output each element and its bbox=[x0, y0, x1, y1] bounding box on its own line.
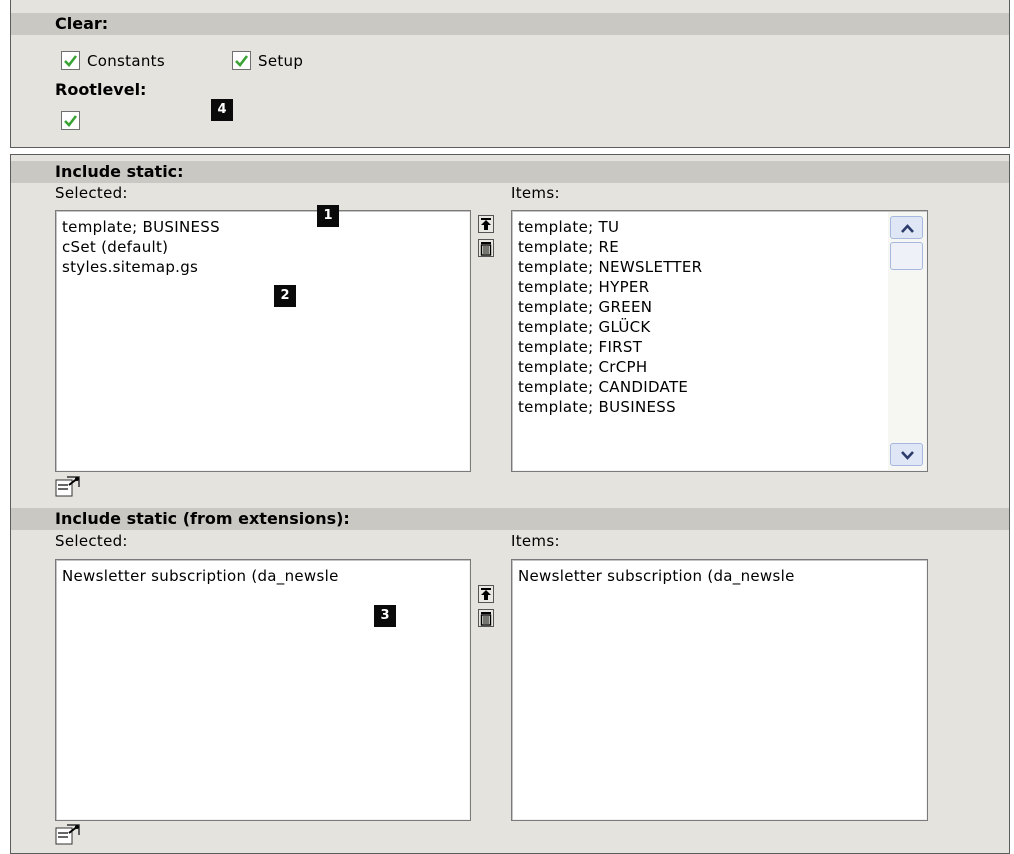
setup-label: Setup bbox=[258, 52, 304, 70]
available-ext-list[interactable]: Newsletter subscription (da_newsle bbox=[511, 559, 928, 821]
list-item[interactable]: template; TU bbox=[512, 217, 927, 237]
scroll-down-button[interactable] bbox=[890, 443, 923, 466]
arrow-to-top-icon[interactable] bbox=[478, 215, 494, 233]
trash-icon[interactable] bbox=[478, 609, 494, 627]
include-static-panel: Include static: Selected: Items: templat… bbox=[10, 154, 1010, 854]
selected-label: Selected: bbox=[55, 184, 128, 202]
list-item[interactable]: template; CANDIDATE bbox=[512, 377, 927, 397]
edit-wizard-icon[interactable] bbox=[55, 475, 81, 499]
list-item[interactable]: template; HYPER bbox=[512, 277, 927, 297]
list-item[interactable]: Newsletter subscription (da_newsle bbox=[512, 566, 927, 586]
constants-label: Constants bbox=[87, 52, 165, 70]
trash-icon[interactable] bbox=[478, 239, 494, 257]
checkmark-icon bbox=[64, 55, 78, 67]
clear-rootlevel-panel: Clear: Constants Setup Rootlevel: 4 bbox=[10, 0, 1010, 148]
list-item[interactable]: cSet (default) bbox=[56, 237, 470, 257]
selected-label: Selected: bbox=[55, 532, 128, 550]
selected-static-list[interactable]: template; BUSINESS cSet (default) styles… bbox=[55, 210, 471, 472]
annotation-badge-4: 4 bbox=[211, 99, 233, 121]
chevron-down-icon bbox=[901, 451, 914, 460]
rootlevel-heading: Rootlevel: bbox=[55, 80, 147, 99]
list-item[interactable]: template; GREEN bbox=[512, 297, 927, 317]
list-item[interactable]: template; NEWSLETTER bbox=[512, 257, 927, 277]
list-item[interactable]: template; RE bbox=[512, 237, 927, 257]
list-item[interactable]: template; BUSINESS bbox=[56, 217, 470, 237]
checkmark-icon bbox=[235, 55, 249, 67]
rootlevel-checkbox[interactable] bbox=[61, 111, 80, 130]
selected-ext-list[interactable]: Newsletter subscription (da_newsle bbox=[55, 559, 471, 821]
items-label: Items: bbox=[511, 184, 560, 202]
constants-checkbox[interactable] bbox=[61, 51, 80, 70]
available-static-list[interactable]: template; TU template; RE template; NEWS… bbox=[511, 210, 928, 472]
scroll-up-button[interactable] bbox=[890, 216, 923, 239]
list-item[interactable]: styles.sitemap.gs bbox=[56, 257, 470, 277]
annotation-badge-1: 1 bbox=[317, 205, 339, 227]
arrow-to-top-icon[interactable] bbox=[478, 585, 494, 603]
include-static-heading: Include static: bbox=[11, 161, 1009, 183]
vertical-scrollbar[interactable] bbox=[888, 212, 926, 470]
annotation-badge-2: 2 bbox=[274, 285, 296, 307]
annotation-badge-3: 3 bbox=[374, 605, 396, 627]
setup-checkbox[interactable] bbox=[232, 51, 251, 70]
items-label: Items: bbox=[511, 532, 560, 550]
scroll-thumb[interactable] bbox=[890, 242, 923, 270]
list-item[interactable]: template; FIRST bbox=[512, 337, 927, 357]
list-item[interactable]: template; BUSINESS bbox=[512, 397, 927, 417]
chevron-up-icon bbox=[901, 224, 914, 233]
list-item[interactable]: template; CrCPH bbox=[512, 357, 927, 377]
include-static-ext-heading: Include static (from extensions): bbox=[11, 508, 1009, 530]
clear-heading: Clear: bbox=[11, 13, 1009, 35]
list-item[interactable]: Newsletter subscription (da_newsle bbox=[56, 566, 470, 586]
checkmark-icon bbox=[64, 115, 78, 127]
list-item[interactable]: template; GLÜCK bbox=[512, 317, 927, 337]
edit-wizard-icon[interactable] bbox=[55, 823, 81, 847]
